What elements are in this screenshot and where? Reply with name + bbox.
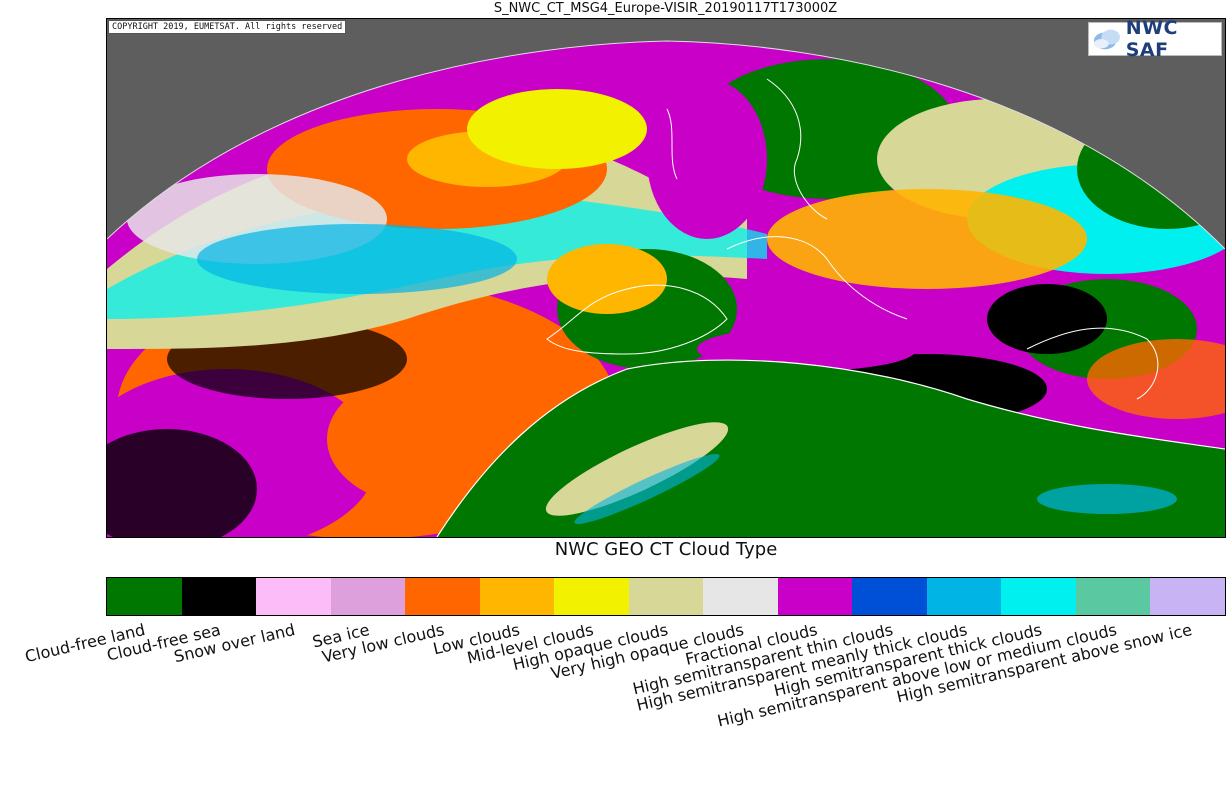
colorbar-swatch (1075, 578, 1151, 615)
colorbar-label: Fractional clouds (683, 620, 820, 669)
colorbar-label: High opaque clouds (511, 620, 670, 675)
colorbar-label: High semitransparent above snow ice (894, 620, 1194, 707)
image-file-title: S_NWC_CT_MSG4_Europe-VISIR_20190117T1730… (493, 1, 838, 16)
colorbar-label: High semitransparent thin clouds (630, 620, 895, 699)
colorbar-label: Low clouds (430, 620, 522, 659)
colorbar-label: Very low clouds (320, 620, 447, 667)
logo-text: NWC SAF (1125, 18, 1178, 61)
colorbar-swatch (703, 578, 778, 615)
colorbar-swatch (330, 578, 406, 615)
colorbar-swatch (926, 578, 1002, 615)
product-title: NWC GEO CT Cloud Type (554, 539, 778, 560)
colorbar-label: Snow over land (171, 620, 297, 667)
colorbar-swatch (1150, 578, 1225, 615)
colorbar-label: Cloud-free sea (104, 620, 223, 665)
colorbar-swatch (628, 578, 704, 615)
colorbar-swatch (777, 578, 853, 615)
copyright-notice: COPYRIGHT 2019, EUMETSAT. All rights res… (108, 20, 347, 34)
colorbar-label: Very high opaque clouds (548, 620, 746, 683)
nwcsaf-logo: NWC SAF (1088, 19, 1222, 61)
colorbar-label: Mid-level clouds (465, 620, 596, 668)
colorbar-label: High semitransparent thick clouds (772, 620, 1045, 701)
colorbar-label: Cloud-free land (23, 620, 148, 667)
colorbar-swatch (1001, 578, 1076, 615)
colorbar-swatch (852, 578, 927, 615)
colorbar-swatch (405, 578, 480, 615)
colorbar-label: High semitransparent above low or medium… (715, 620, 1119, 731)
colorbar-label: Sea ice (310, 620, 372, 652)
map-canvas (107, 19, 1225, 537)
colorbar-label: High semitransparent meanly thick clouds (634, 620, 969, 715)
cloud-type-map: COPYRIGHT 2019, EUMETSAT. All rights res… (106, 18, 1226, 538)
colorbar-swatch (479, 578, 555, 615)
colorbar-swatch (256, 578, 331, 615)
colorbar-swatch (181, 578, 257, 615)
cloud-type-colorbar (106, 577, 1226, 616)
colorbar-swatch (107, 578, 182, 615)
cloud-globe-icon (1093, 29, 1120, 50)
colorbar-swatch (554, 578, 629, 615)
